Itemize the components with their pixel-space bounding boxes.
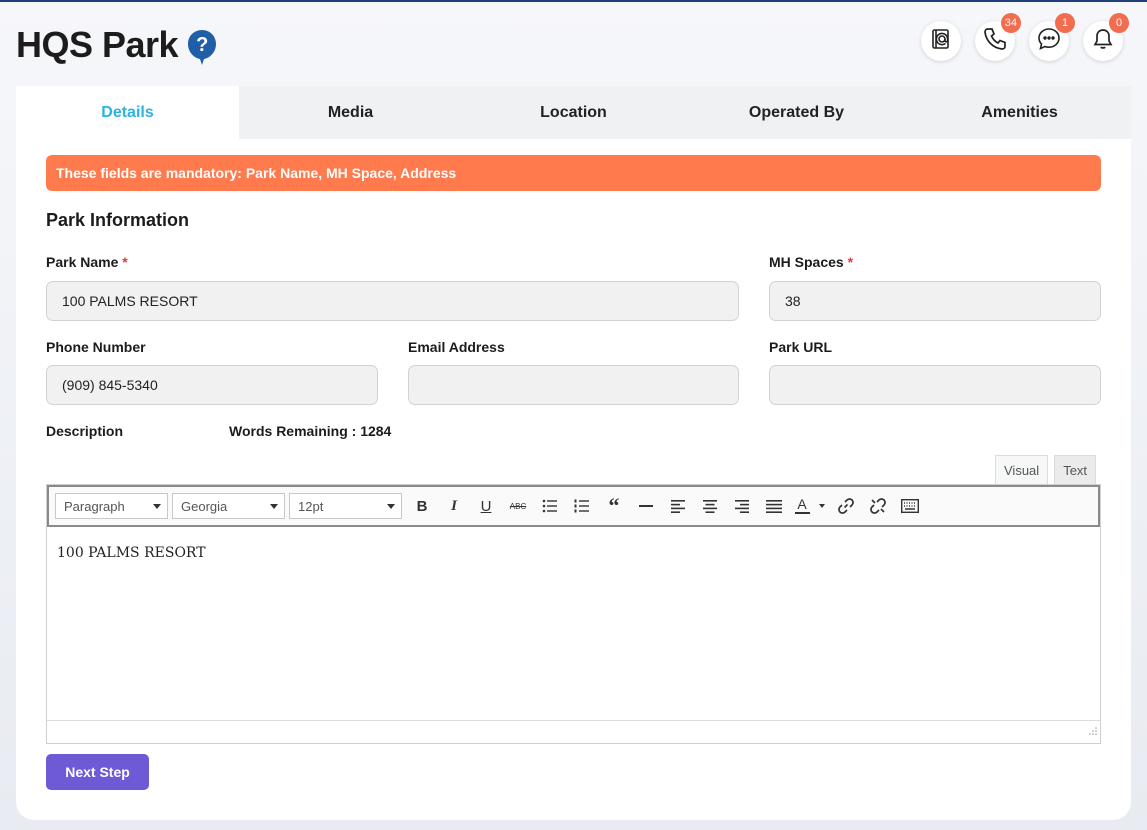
- numbered-list-icon[interactable]: [566, 491, 598, 521]
- park-url-input[interactable]: [769, 365, 1101, 405]
- tab-bar: Details Media Location Operated By Ameni…: [16, 86, 1131, 139]
- font-family-select[interactable]: Georgia: [172, 493, 285, 519]
- blockquote-icon[interactable]: “: [598, 491, 630, 521]
- bold-icon[interactable]: B: [406, 491, 438, 521]
- font-size-select[interactable]: 12pt: [289, 493, 402, 519]
- editor-tab-visual[interactable]: Visual: [995, 455, 1049, 484]
- messages-badge: 1: [1055, 13, 1075, 33]
- chevron-down-icon: [387, 504, 395, 509]
- park-details-card: Details Media Location Operated By Ameni…: [16, 86, 1131, 820]
- tab-operated-by[interactable]: Operated By: [685, 86, 908, 139]
- app-title: HQS Park: [16, 24, 179, 65]
- font-family-select-value: Georgia: [181, 498, 228, 514]
- tab-amenities[interactable]: Amenities: [908, 86, 1131, 139]
- mh-spaces-label: MH Spaces *: [769, 254, 853, 270]
- calls-badge: 34: [1000, 13, 1021, 33]
- editor-tab-text[interactable]: Text: [1054, 455, 1097, 484]
- horizontal-line-icon[interactable]: [630, 491, 662, 521]
- editor-statusbar: [47, 720, 1100, 743]
- messages-button[interactable]: 1: [1029, 13, 1075, 61]
- help-question-icon[interactable]: ?: [186, 28, 218, 66]
- chevron-down-icon: [270, 504, 278, 509]
- align-center-icon[interactable]: [694, 491, 726, 521]
- park-url-label: Park URL: [769, 339, 833, 355]
- phone-number-input[interactable]: [46, 365, 378, 405]
- required-marker: *: [122, 254, 128, 270]
- align-left-icon[interactable]: [662, 491, 694, 521]
- chevron-down-icon: [153, 504, 161, 509]
- format-select[interactable]: Paragraph: [55, 493, 168, 519]
- tab-details[interactable]: Details: [16, 86, 239, 139]
- strikethrough-icon[interactable]: ABC: [502, 491, 534, 521]
- editor-toolbar: Paragraph Georgia 12pt B I U ABC “ A: [47, 485, 1100, 527]
- underline-icon[interactable]: U: [470, 491, 502, 521]
- calls-button[interactable]: 34: [975, 13, 1021, 61]
- link-icon[interactable]: [830, 491, 862, 521]
- bell-icon: [1091, 27, 1115, 56]
- description-editor: Paragraph Georgia 12pt B I U ABC “ A 100…: [46, 484, 1101, 744]
- email-address-input[interactable]: [408, 365, 739, 405]
- tab-media[interactable]: Media: [239, 86, 462, 139]
- notifications-button[interactable]: 0: [1083, 13, 1129, 61]
- toolbar-toggle-icon[interactable]: [894, 491, 926, 521]
- font-size-select-value: 12pt: [298, 498, 324, 514]
- unlink-icon[interactable]: [862, 491, 894, 521]
- italic-icon[interactable]: I: [438, 491, 470, 521]
- bullet-list-icon[interactable]: [534, 491, 566, 521]
- description-label: Description: [46, 423, 124, 439]
- words-remaining-counter: Words Remaining : 1284: [229, 423, 392, 439]
- format-select-value: Paragraph: [64, 498, 125, 514]
- mh-spaces-input[interactable]: [769, 281, 1101, 321]
- email-address-label: Email Address: [408, 339, 505, 355]
- svg-text:?: ?: [196, 34, 208, 56]
- justify-icon[interactable]: [758, 491, 790, 521]
- park-name-label: Park Name *: [46, 254, 128, 270]
- svg-text:A: A: [797, 496, 807, 512]
- park-name-label-text: Park Name: [46, 254, 119, 270]
- tab-location[interactable]: Location: [462, 86, 685, 139]
- mandatory-fields-alert: These fields are mandatory: Park Name, M…: [46, 155, 1101, 191]
- next-step-button[interactable]: Next Step: [46, 754, 149, 790]
- contacts-button[interactable]: [921, 21, 961, 61]
- park-name-input[interactable]: [46, 281, 739, 321]
- page-title: HQS Park ?: [16, 24, 218, 66]
- header-icon-bar: 34 1 0: [921, 13, 1129, 61]
- editor-mode-tabs: Visual Text: [995, 455, 1097, 484]
- required-marker: *: [847, 254, 854, 270]
- section-title: Park Information: [46, 210, 190, 230]
- editor-content[interactable]: 100 PALMS RESORT: [47, 527, 1100, 717]
- resize-handle-icon[interactable]: [1088, 723, 1098, 741]
- mh-spaces-label-text: MH Spaces: [769, 254, 844, 270]
- notifications-badge: 0: [1109, 13, 1129, 33]
- phone-number-label: Phone Number: [46, 339, 146, 355]
- text-color-icon[interactable]: A: [790, 491, 830, 521]
- align-right-icon[interactable]: [726, 491, 758, 521]
- contacts-book-icon: [929, 27, 953, 56]
